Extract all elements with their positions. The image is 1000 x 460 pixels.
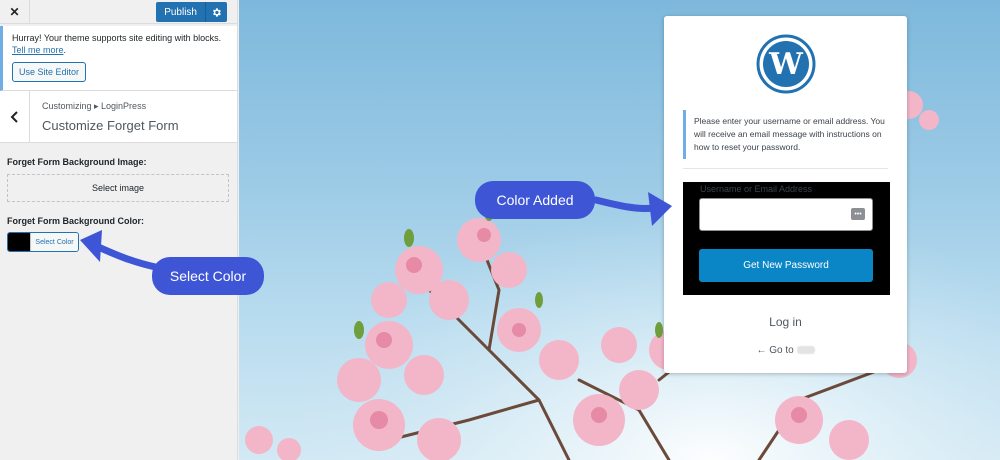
- notice-text: Hurray! Your theme supports site editing…: [12, 33, 222, 43]
- back-chevron-icon[interactable]: [0, 91, 30, 143]
- username-input[interactable]: [699, 198, 873, 231]
- username-label: Username or Email Address: [700, 184, 813, 194]
- bg-image-label: Forget Form Background Image:: [7, 157, 147, 167]
- publish-group: Publish: [156, 2, 227, 22]
- select-image-button[interactable]: Select image: [7, 174, 229, 202]
- color-picker-button[interactable]: Select Color: [7, 232, 79, 252]
- color-swatch: [8, 233, 30, 251]
- login-card: W Please enter your username or email ad…: [664, 16, 907, 373]
- customizer-sidebar: ✕ Publish Hurray! Your theme supports si…: [0, 0, 238, 460]
- wordpress-logo-icon: W: [756, 34, 816, 94]
- go-to-site-link[interactable]: ← Go to: [664, 345, 907, 356]
- gear-icon[interactable]: [205, 2, 227, 22]
- color-added-callout: Color Added: [475, 181, 595, 219]
- go-to-text: ← Go to: [756, 345, 794, 356]
- get-new-password-button[interactable]: Get New Password: [699, 249, 873, 282]
- notice-link-suffix: .: [63, 45, 67, 55]
- customizer-topbar: ✕ Publish: [0, 0, 237, 24]
- message-divider: [683, 168, 888, 169]
- section-title: Customize Forget Form: [42, 118, 179, 133]
- log-in-link[interactable]: Log in: [664, 315, 907, 329]
- site-preview: W Please enter your username or email ad…: [239, 0, 1000, 460]
- select-color-label: Select Color: [30, 233, 78, 251]
- tell-me-more-link[interactable]: Tell me more: [12, 45, 64, 55]
- section-header: Customizing ▸ LoginPress Customize Forge…: [0, 91, 237, 143]
- close-icon[interactable]: ✕: [0, 0, 30, 24]
- password-manager-icon[interactable]: •••: [851, 208, 865, 220]
- select-color-callout: Select Color: [152, 257, 264, 295]
- bg-color-label: Forget Form Background Color:: [7, 216, 144, 226]
- forget-form: Username or Email Address ••• Get New Pa…: [683, 182, 890, 295]
- blurred-site-name: [796, 346, 815, 355]
- publish-button[interactable]: Publish: [156, 2, 205, 22]
- svg-text:W: W: [768, 47, 804, 82]
- reset-password-message: Please enter your username or email addr…: [683, 110, 888, 159]
- breadcrumb: Customizing ▸ LoginPress: [42, 101, 147, 111]
- site-editor-notice: Hurray! Your theme supports site editing…: [0, 26, 237, 91]
- use-site-editor-button[interactable]: Use Site Editor: [12, 62, 87, 82]
